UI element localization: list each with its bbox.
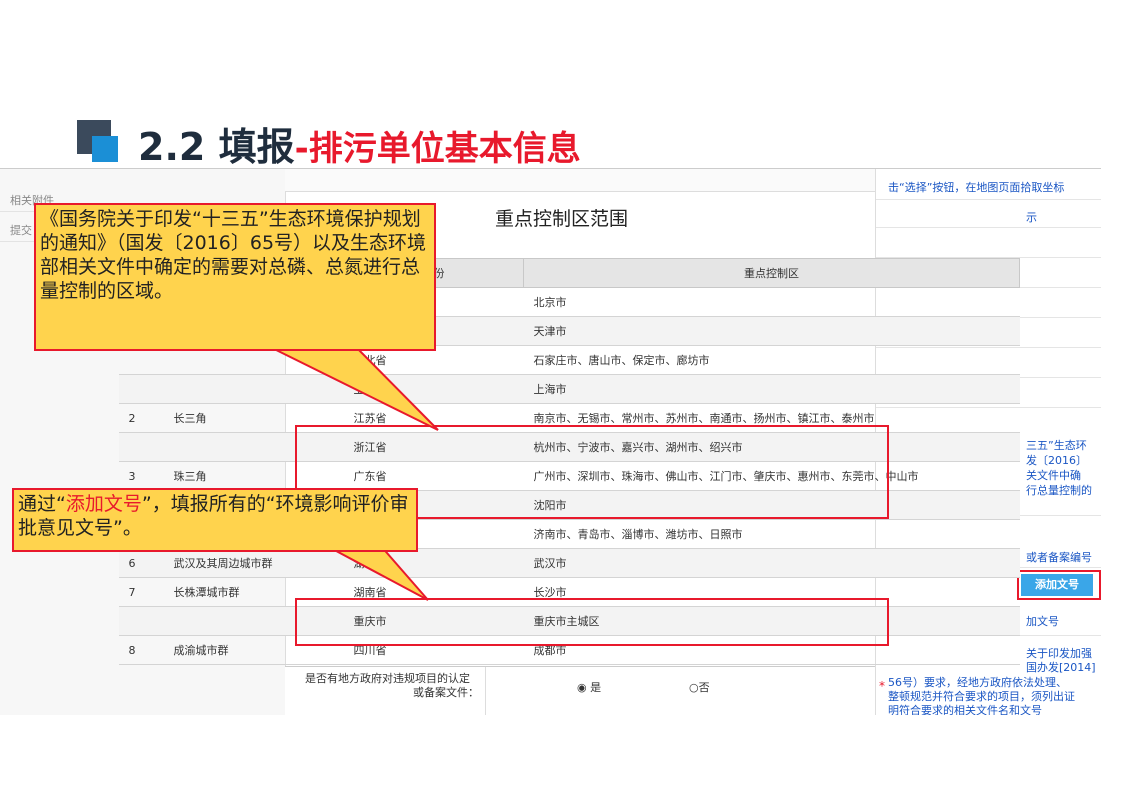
callout-top-text: 《国务院关于印发“十三五”生态环境保护规划的通知》（国发〔2016〕65号）以及…: [40, 208, 427, 302]
callout-pointer-bottom: [324, 544, 429, 601]
callout-top: 《国务院关于印发“十三五”生态环境保护规划的通知》（国发〔2016〕65号）以及…: [34, 203, 436, 351]
callout-bottom-highlight: 添加文号: [65, 493, 142, 515]
callout-pointer-top: [261, 342, 439, 431]
callout-bottom: 通过“添加文号”，填报所有的“环境影响评价审批意见文号”。: [12, 488, 418, 552]
callout-pointers: [261, 342, 439, 601]
callout-bottom-pre: 通过“: [18, 493, 66, 515]
